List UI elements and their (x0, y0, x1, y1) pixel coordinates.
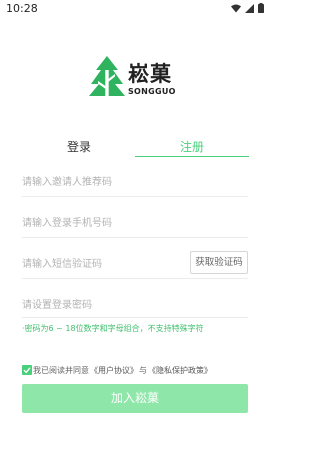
divider (22, 237, 248, 238)
agreement-row: 我已阅读并同意 《用户协议》 与 《隐私保护政策》 (22, 364, 213, 376)
battery-icon (258, 3, 264, 13)
user-agreement-link[interactable]: 《用户协议》 (90, 365, 138, 376)
sms-code-input[interactable] (22, 254, 182, 275)
signal-icon (245, 3, 254, 13)
tab-register-indicator (135, 156, 249, 157)
app-logo: 崧菓 SONGGUO (88, 54, 188, 104)
status-bar: 10:28 (0, 0, 270, 18)
agreement-conjunction: 与 (139, 365, 147, 375)
invite-code-field[interactable] (22, 170, 248, 193)
tab-login[interactable]: 登录 (22, 138, 136, 155)
status-time: 10:28 (6, 2, 38, 15)
agreement-prefix: 我已阅读并同意 (33, 365, 89, 375)
phone-field[interactable] (22, 211, 248, 234)
wifi-icon (231, 4, 241, 13)
status-icons (231, 3, 264, 13)
password-hint: ·密码为6 ~ 18位数字和字母组合，不支持特殊字符 (22, 324, 204, 333)
divider (22, 278, 248, 279)
phone-input[interactable] (22, 213, 248, 234)
check-icon (23, 367, 31, 374)
tree-icon (88, 54, 126, 102)
password-input[interactable] (22, 295, 248, 316)
sms-code-field[interactable] (22, 252, 182, 275)
logo-title: 崧菓 (128, 62, 172, 86)
agreement-checkbox[interactable] (22, 365, 32, 375)
invite-code-input[interactable] (22, 172, 248, 193)
tab-register[interactable]: 注册 (135, 138, 249, 155)
divider (22, 196, 248, 197)
logo-subtitle: SONGGUO (128, 87, 176, 96)
join-button[interactable]: 加入崧菓 (22, 384, 248, 413)
password-field[interactable] (22, 293, 248, 316)
divider (22, 317, 248, 318)
get-code-button[interactable]: 获取验证码 (190, 251, 248, 274)
privacy-policy-link[interactable]: 《隐私保护政策》 (148, 365, 212, 376)
